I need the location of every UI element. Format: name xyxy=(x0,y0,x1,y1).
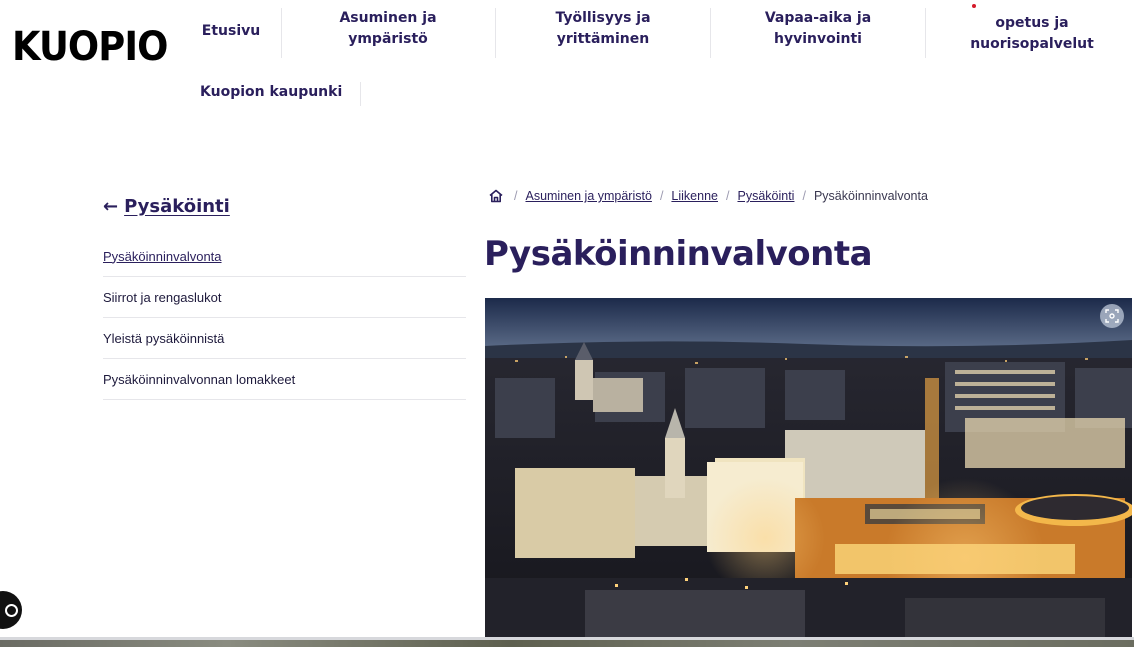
nav-divider xyxy=(281,8,282,58)
page-title: Pysäköinninvalvonta xyxy=(484,234,873,274)
nav-divider xyxy=(710,8,711,58)
nav-divider xyxy=(925,8,926,58)
sidebar-item-pysakoinninvalvonta[interactable]: Pysäköinninvalvonta xyxy=(103,236,466,277)
nav-asuminen[interactable]: Asuminen ja ympäristö xyxy=(300,0,476,58)
breadcrumb-current: Pysäköinninvalvonta xyxy=(813,189,928,203)
image-strip xyxy=(0,640,1134,647)
home-icon[interactable] xyxy=(488,188,504,204)
nav-vapaa-aika[interactable]: Vapaa-aika ja hyvinvointi xyxy=(730,0,906,58)
nav-label: Työllisyys ja yrittäminen xyxy=(555,10,651,47)
nav-tyollisyys[interactable]: Työllisyys ja yrittäminen xyxy=(514,0,692,58)
hero-image xyxy=(485,298,1132,640)
nav-opetus[interactable]: opetus ja nuorisopalvelut xyxy=(946,14,1118,54)
sidebar-item-label: Pysäköinninvalvonta xyxy=(103,248,222,264)
sidebar-item-lomakkeet[interactable]: Pysäköinninvalvonnan lomakkeet xyxy=(103,359,466,400)
breadcrumb-liikenne[interactable]: Liikenne xyxy=(671,189,718,203)
sidebar-item-label: Yleistä pysäköinnistä xyxy=(103,330,225,346)
nav-divider xyxy=(360,82,361,106)
breadcrumb-separator: / xyxy=(726,189,730,203)
breadcrumb-separator: / xyxy=(659,189,664,203)
nav-label: Etusivu xyxy=(201,22,261,39)
arrow-left-icon: ← xyxy=(103,196,119,217)
chat-button[interactable] xyxy=(0,591,22,629)
zoom-image-button[interactable] xyxy=(1100,304,1124,328)
nav-indicator-dot xyxy=(972,4,976,8)
nav-label: Asuminen ja ympäristö xyxy=(339,10,437,47)
zoom-icon xyxy=(1105,309,1119,323)
back-link-pysakointi[interactable]: ← Pysäköinti xyxy=(103,196,230,217)
sidebar-item-label: Siirrot ja rengaslukot xyxy=(103,289,222,305)
nav-etusivu[interactable]: Etusivu xyxy=(190,2,272,60)
breadcrumb-separator: / xyxy=(514,189,518,203)
nav-divider xyxy=(495,8,496,58)
nav-kuopion-kaupunki[interactable]: Kuopion kaupunki xyxy=(200,84,342,100)
sidebar-item-yleista[interactable]: Yleistä pysäköinnistä xyxy=(103,318,466,359)
chat-icon xyxy=(4,603,18,617)
breadcrumb-asuminen[interactable]: Asuminen ja ympäristö xyxy=(525,189,651,203)
back-link-label: Pysäköinti xyxy=(124,196,230,217)
nav-label: opetus ja nuorisopalvelut xyxy=(970,15,1094,52)
breadcrumb: / Asuminen ja ympäristö / Liikenne / Pys… xyxy=(488,186,928,206)
breadcrumb-pysakointi[interactable]: Pysäköinti xyxy=(737,189,794,203)
city-night-photo xyxy=(485,298,1132,640)
sidebar-item-label: Pysäköinninvalvonnan lomakkeet xyxy=(103,371,296,387)
sidebar-nav: Pysäköinninvalvonta Siirrot ja rengasluk… xyxy=(103,236,466,400)
kuopio-logo[interactable]: KUOPIO xyxy=(12,24,168,70)
breadcrumb-separator: / xyxy=(802,189,806,203)
sidebar-item-siirrot[interactable]: Siirrot ja rengaslukot xyxy=(103,277,466,318)
nav-label: Vapaa-aika ja hyvinvointi xyxy=(764,10,872,47)
